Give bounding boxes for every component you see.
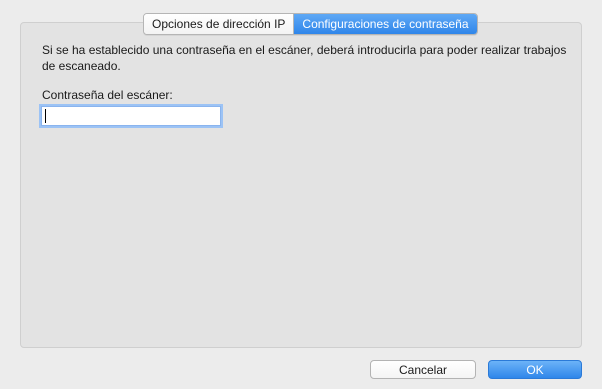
cancel-button[interactable]: Cancelar: [370, 360, 476, 379]
scanner-password-field[interactable]: [41, 106, 221, 126]
password-description: Si se ha establecido una contraseña en e…: [42, 43, 567, 73]
scanner-password-label: Contraseña del escáner:: [42, 88, 173, 102]
tab-bar: Opciones de dirección IP Configuraciones…: [143, 13, 478, 35]
tab-ip-address-options[interactable]: Opciones de dirección IP: [144, 14, 295, 34]
scanner-settings-dialog: Opciones de dirección IP Configuraciones…: [0, 0, 602, 389]
ok-button[interactable]: OK: [488, 360, 582, 379]
text-caret: [45, 109, 46, 123]
tab-password-settings[interactable]: Configuraciones de contraseña: [294, 14, 477, 34]
